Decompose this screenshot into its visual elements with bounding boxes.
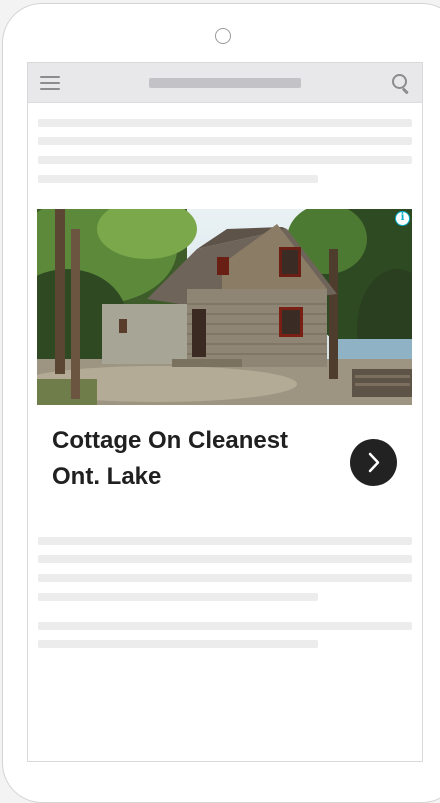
phone-frame: i Cottage On Cleanest Ont. Lake bbox=[2, 3, 440, 803]
phone-screen: i Cottage On Cleanest Ont. Lake bbox=[27, 62, 423, 762]
placeholder-line bbox=[38, 137, 412, 145]
app-top-bar bbox=[28, 63, 422, 103]
title-placeholder bbox=[149, 78, 301, 88]
placeholder-line bbox=[38, 622, 412, 630]
native-ad-card[interactable]: i Cottage On Cleanest Ont. Lake bbox=[37, 209, 412, 490]
placeholder-line bbox=[38, 537, 412, 545]
ad-next-button[interactable] bbox=[350, 439, 397, 486]
placeholder-line bbox=[38, 640, 318, 648]
placeholder-line bbox=[38, 156, 412, 164]
placeholder-line bbox=[38, 555, 412, 563]
placeholder-line bbox=[38, 175, 318, 183]
ad-headline[interactable]: Cottage On Cleanest Ont. Lake bbox=[52, 423, 322, 495]
camera-dot bbox=[215, 28, 231, 44]
hamburger-menu-icon[interactable] bbox=[40, 76, 60, 90]
placeholder-line bbox=[38, 574, 412, 582]
info-icon[interactable]: i bbox=[395, 211, 410, 226]
chevron-right-icon bbox=[368, 452, 380, 473]
ad-cottage-image[interactable]: i bbox=[37, 209, 412, 405]
search-icon[interactable] bbox=[391, 73, 411, 95]
placeholder-line bbox=[38, 593, 318, 601]
placeholder-line bbox=[38, 119, 412, 127]
